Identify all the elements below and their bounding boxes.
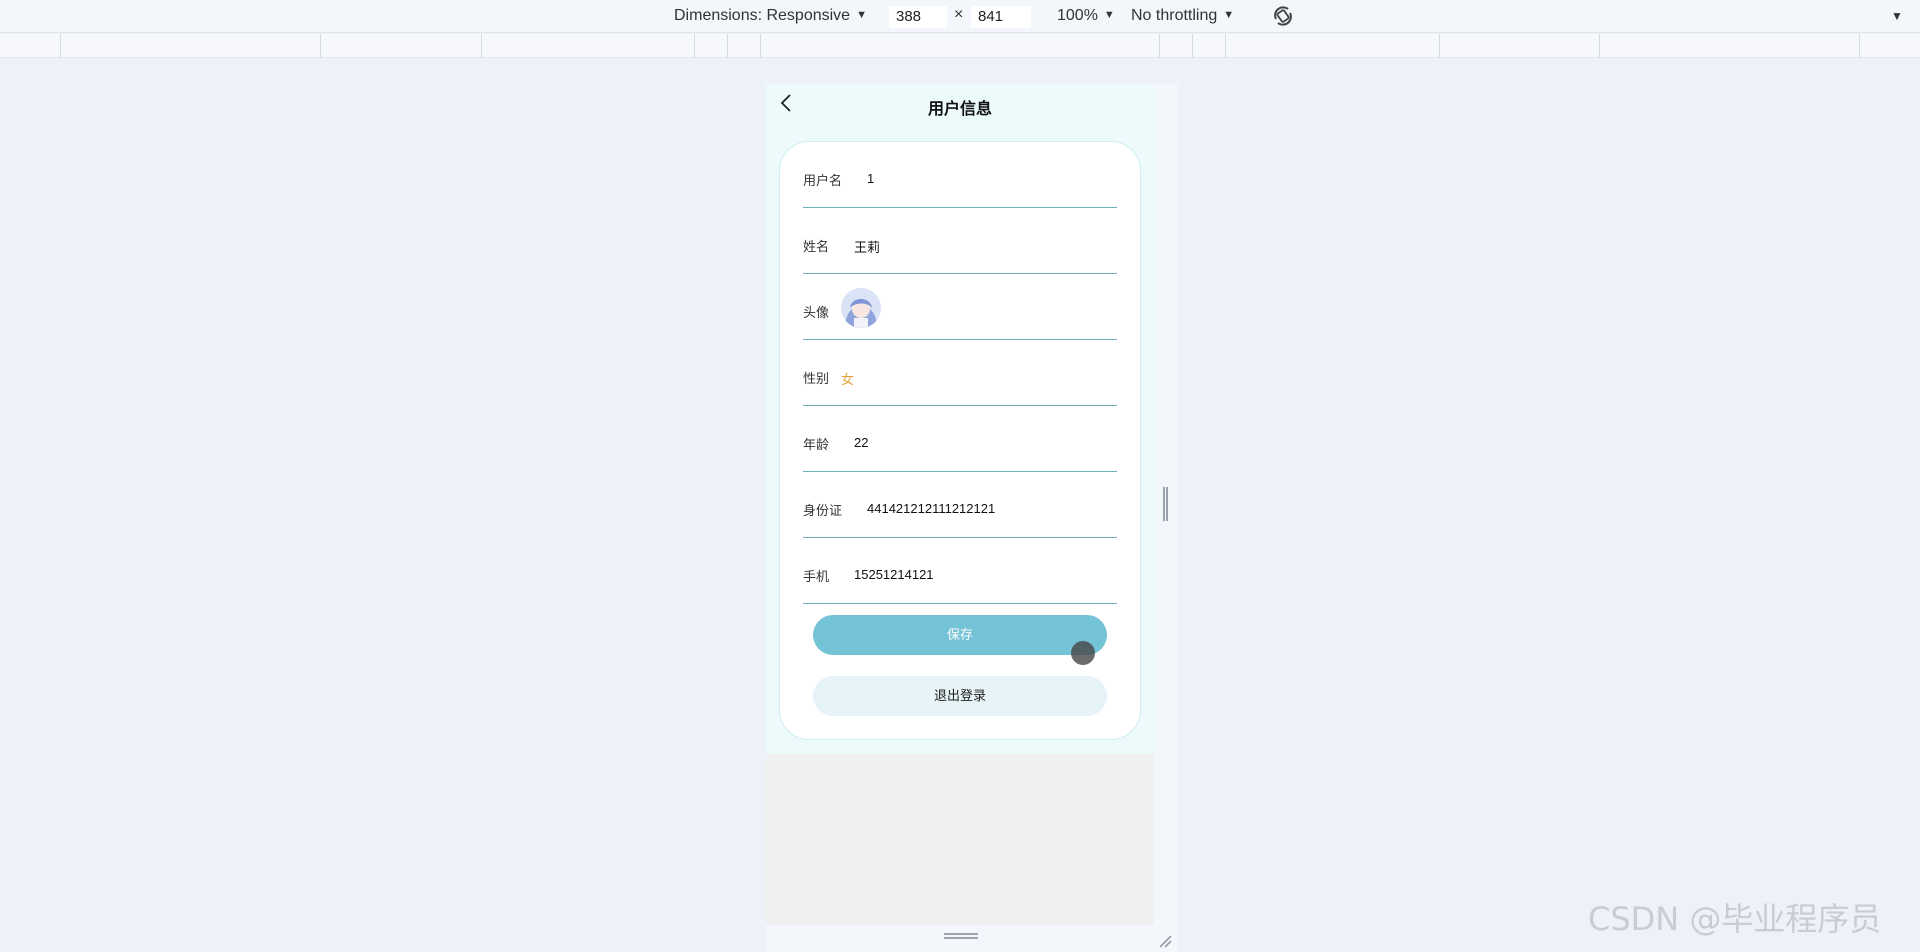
form-row-name: 姓名 王莉	[803, 208, 1117, 274]
age-label: 年龄	[803, 437, 830, 452]
phone-field[interactable]: 15251214121	[854, 567, 934, 582]
ruler-segment[interactable]	[60, 34, 61, 58]
ruler-segment[interactable]	[694, 34, 695, 58]
name-label: 姓名	[803, 239, 830, 254]
save-button[interactable]: 保存	[813, 615, 1107, 655]
media-query-ruler	[0, 34, 1920, 58]
ruler-segment[interactable]	[727, 34, 728, 58]
right-resize-handle[interactable]	[1154, 84, 1178, 925]
bottom-resize-handle[interactable]	[766, 925, 1178, 952]
ruler-segment[interactable]	[1159, 34, 1160, 58]
form-row-age: 年龄 22	[803, 406, 1117, 472]
gender-select[interactable]: 女	[841, 369, 854, 388]
ruler-segment[interactable]	[760, 34, 761, 58]
resize-grip-icon	[1163, 487, 1168, 521]
avatar-label: 头像	[803, 305, 830, 320]
more-options-icon[interactable]: ▼	[1891, 9, 1903, 23]
name-field[interactable]: 王莉	[854, 237, 880, 256]
age-field[interactable]: 22	[854, 435, 868, 450]
navbar: 用户信息	[766, 84, 1154, 126]
avatar[interactable]	[841, 288, 881, 328]
form-row-gender: 性别 女	[803, 340, 1117, 406]
id-card-field[interactable]: 441421212111212121	[867, 501, 995, 516]
rotate-icon[interactable]	[1270, 3, 1296, 29]
ruler-segment[interactable]	[320, 34, 321, 58]
zoom-label: 100%	[1057, 7, 1098, 24]
gender-label: 性别	[803, 371, 830, 386]
zoom-dropdown[interactable]: 100% ▼	[1057, 7, 1115, 25]
dimensions-label: Dimensions: Responsive	[674, 7, 851, 24]
ruler-segment[interactable]	[1599, 34, 1600, 58]
form-row-phone: 手机 15251214121	[803, 538, 1117, 604]
ruler-segment[interactable]	[1225, 34, 1226, 58]
avatar-image	[841, 288, 881, 328]
touch-cursor-indicator	[1071, 641, 1095, 665]
form-row-id-card: 身份证 441421212111212121	[803, 472, 1117, 538]
dimensions-dropdown[interactable]: Dimensions: Responsive ▼	[674, 7, 867, 25]
form-row-username: 用户名 1	[803, 142, 1117, 208]
watermark: CSDN @毕业程序员	[1588, 900, 1882, 938]
ruler-segment[interactable]	[1859, 34, 1860, 58]
corner-resize-icon[interactable]	[1158, 934, 1172, 948]
throttling-label: No throttling	[1131, 7, 1218, 24]
times-sign: ×	[954, 6, 964, 23]
username-field[interactable]: 1	[867, 171, 874, 186]
device-toolbar: Dimensions: Responsive ▼ 388 × 841 100% ▼ …	[0, 0, 1920, 33]
width-input[interactable]: 388	[889, 6, 947, 28]
chevron-down-icon: ▼	[856, 9, 867, 21]
page-title: 用户信息	[927, 101, 992, 118]
form-row-avatar: 头像	[803, 274, 1117, 340]
user-info-page: 用户信息 用户名 1 姓名 王莉 头像 性别 女 年龄 22 身份证 44142…	[766, 84, 1154, 754]
username-label: 用户名	[803, 173, 843, 188]
ruler-segment[interactable]	[481, 34, 482, 58]
chevron-down-icon: ▼	[1103, 9, 1115, 21]
id-card-label: 身份证	[803, 503, 843, 518]
device-viewport: 用户信息 用户名 1 姓名 王莉 头像 性别 女 年龄 22 身份证 44142…	[766, 84, 1154, 925]
phone-label: 手机	[803, 569, 830, 584]
height-input[interactable]: 841	[971, 6, 1031, 28]
logout-button[interactable]: 退出登录	[813, 676, 1107, 716]
throttling-dropdown[interactable]: No throttling ▼	[1131, 7, 1234, 25]
resize-grip-icon	[944, 933, 978, 939]
ruler-segment[interactable]	[1192, 34, 1193, 58]
ruler-segment[interactable]	[1439, 34, 1440, 58]
chevron-down-icon: ▼	[1223, 9, 1235, 21]
